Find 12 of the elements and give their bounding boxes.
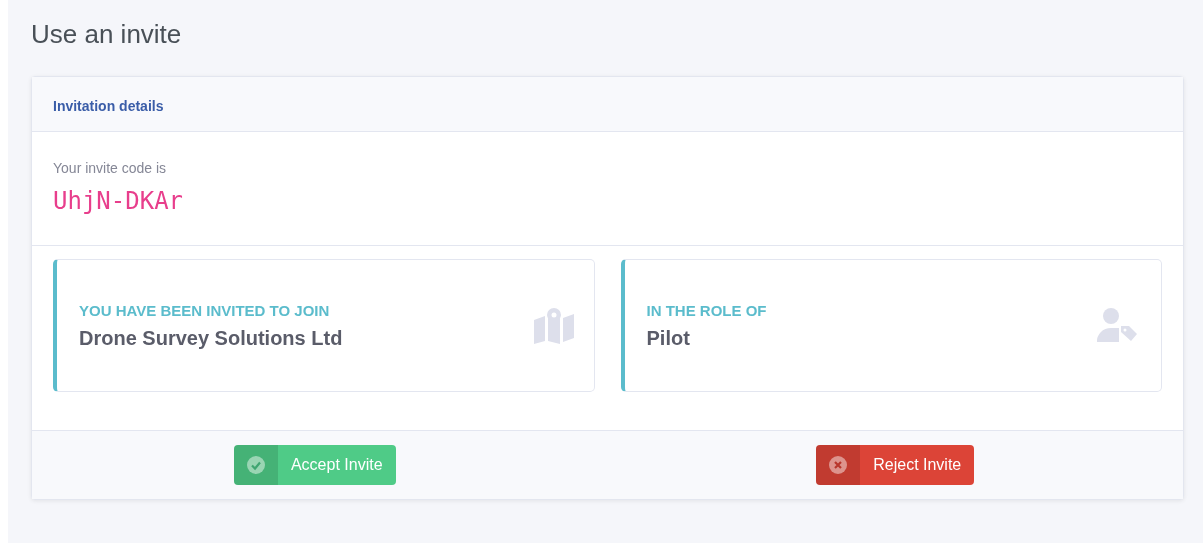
invite-code-label: Your invite code is (53, 160, 167, 176)
close-circle-icon (829, 456, 848, 474)
page-title: Use an invite (31, 18, 183, 50)
info-label: IN THE ROLE OF (646, 301, 767, 319)
info-value: Pilot (646, 326, 690, 350)
info-label: YOU HAVE BEEN INVITED TO JOIN (79, 301, 330, 319)
card-title: Invitation details (53, 98, 164, 114)
invite-code: UhjN-DKAr (53, 187, 184, 215)
check-circle-icon (246, 456, 265, 474)
map-pin-icon (533, 307, 574, 344)
info-value: Drone Survey Solutions Ltd (79, 326, 343, 350)
reject-button[interactable]: Reject Invite (816, 445, 975, 485)
